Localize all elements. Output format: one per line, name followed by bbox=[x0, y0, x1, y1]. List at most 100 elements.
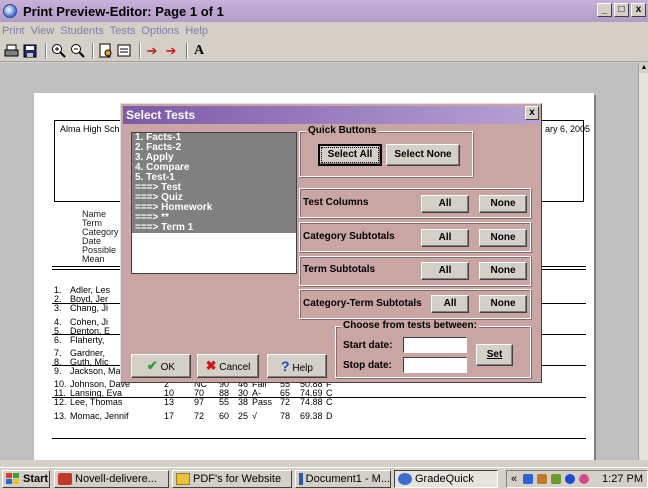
list-item[interactable]: ===> Term 1 bbox=[132, 223, 296, 233]
category-term-subtotals-none-button[interactable]: None bbox=[479, 295, 527, 313]
next-page-icon[interactable]: ➔ bbox=[163, 43, 179, 59]
student-name: Momac, Jennif bbox=[70, 411, 129, 421]
task-pdf-folder[interactable]: PDF's for Website bbox=[172, 470, 292, 488]
ok-button[interactable]: ✔ OK bbox=[131, 354, 191, 378]
menu-options[interactable]: Options bbox=[141, 25, 179, 37]
update-icon[interactable] bbox=[551, 474, 561, 484]
divider bbox=[52, 438, 586, 439]
folder-icon bbox=[176, 473, 190, 485]
school-name: Alma High Sch bbox=[60, 124, 120, 134]
window-title: Print Preview-Editor: Page 1 of 1 bbox=[23, 3, 224, 19]
student-name: Jackson, Mart bbox=[70, 366, 127, 376]
select-none-button[interactable]: Select None bbox=[386, 144, 460, 166]
menu-bar: Print View Students Tests Options Help bbox=[0, 22, 648, 40]
window-titlebar: Print Preview-Editor: Page 1 of 1 _ □ x bbox=[0, 0, 648, 22]
stop-date-input[interactable] bbox=[403, 357, 467, 373]
menu-view[interactable]: View bbox=[31, 25, 55, 37]
novell-icon bbox=[58, 473, 72, 485]
start-date-input[interactable] bbox=[403, 337, 467, 353]
help-label: Help bbox=[292, 363, 313, 374]
minimize-button[interactable]: _ bbox=[597, 3, 612, 17]
antivirus-icon[interactable] bbox=[537, 474, 547, 484]
category-term-subtotals-all-button[interactable]: All bbox=[431, 295, 469, 313]
score-cell: 60 bbox=[219, 411, 230, 421]
zoom-in-icon[interactable] bbox=[50, 43, 66, 59]
student-number: 12. bbox=[54, 397, 67, 407]
dialog-close-button[interactable]: x bbox=[525, 106, 539, 120]
close-window-button[interactable]: x bbox=[631, 3, 646, 17]
term-subtotals-label: Term Subtotals bbox=[303, 264, 376, 275]
column-labels: Name Term Category Date Possible Mean bbox=[82, 210, 119, 264]
gradequick-icon bbox=[398, 473, 412, 485]
start-button[interactable]: Start bbox=[2, 470, 50, 488]
dialog-title: Select Tests bbox=[123, 106, 539, 124]
score-cell: 69.38 bbox=[300, 411, 323, 421]
previous-page-icon[interactable]: ➔ bbox=[144, 43, 160, 59]
student-name: Chang, Ji bbox=[70, 303, 109, 313]
vertical-scrollbar[interactable]: ▲ bbox=[638, 63, 648, 460]
clock: 1:27 PM bbox=[602, 473, 643, 485]
task-document1[interactable]: Document1 - M... bbox=[295, 470, 391, 488]
test-columns-all-button[interactable]: All bbox=[421, 195, 469, 213]
cancel-button[interactable]: ✖ Cancel bbox=[197, 354, 259, 378]
score-cell: 25 bbox=[238, 411, 249, 421]
test-columns-label: Test Columns bbox=[303, 197, 369, 208]
score-cell: 17 bbox=[164, 411, 175, 421]
system-tray: « 1:27 PM bbox=[506, 470, 648, 488]
score-cell: 38 bbox=[238, 397, 249, 407]
score-cell: 97 bbox=[194, 397, 205, 407]
task-label: PDF's for Website bbox=[193, 473, 282, 485]
test-listbox[interactable]: 1. Facts-1 2. Facts-2 3. Apply 4. Compar… bbox=[131, 132, 297, 274]
menu-tests[interactable]: Tests bbox=[110, 25, 136, 37]
toolbar-separator bbox=[139, 42, 140, 59]
category-term-subtotals-label: Category-Term Subtotals bbox=[303, 298, 422, 309]
font-icon[interactable]: A bbox=[191, 43, 207, 59]
menu-help[interactable]: Help bbox=[185, 25, 208, 37]
help-button[interactable]: ? Help bbox=[267, 354, 327, 378]
task-label: GradeQuick bbox=[415, 473, 474, 485]
category-subtotals-all-button[interactable]: All bbox=[421, 229, 469, 247]
taskbar: Start Novell-delivere... PDF's for Websi… bbox=[0, 467, 648, 489]
menu-students[interactable]: Students bbox=[60, 25, 103, 37]
category-subtotals-none-button[interactable]: None bbox=[479, 229, 527, 247]
test-columns-none-button[interactable]: None bbox=[479, 195, 527, 213]
save-icon[interactable] bbox=[22, 43, 38, 59]
volume-icon[interactable] bbox=[579, 474, 589, 484]
menu-print[interactable]: Print bbox=[2, 25, 25, 37]
select-all-button[interactable]: Select All bbox=[318, 144, 382, 166]
category-subtotals-label: Category Subtotals bbox=[303, 231, 395, 242]
student-name: Flaherty, bbox=[70, 335, 105, 345]
term-subtotals-none-button[interactable]: None bbox=[479, 262, 527, 280]
score-cell: 74.88 bbox=[300, 397, 323, 407]
task-label: Novell-delivere... bbox=[75, 473, 157, 485]
tray-expand-icon[interactable]: « bbox=[511, 471, 517, 487]
page-setup-icon[interactable] bbox=[97, 43, 113, 59]
select-tests-dialog: Select Tests x 1. Facts-1 2. Facts-2 3. … bbox=[120, 103, 542, 383]
term-subtotals-all-button[interactable]: All bbox=[421, 262, 469, 280]
score-cell: Pass bbox=[252, 397, 273, 407]
score-cell: 72 bbox=[194, 411, 205, 421]
start-label: Start bbox=[23, 473, 49, 485]
stop-date-label: Stop date: bbox=[343, 360, 392, 371]
report-date: ary 6, 2005 bbox=[545, 124, 591, 134]
restore-button[interactable]: □ bbox=[614, 3, 629, 17]
score-cell: √ bbox=[252, 411, 257, 421]
messenger-icon[interactable] bbox=[565, 474, 575, 484]
window-controls: _ □ x bbox=[597, 3, 646, 17]
scroll-up-icon[interactable]: ▲ bbox=[639, 63, 648, 73]
task-novell[interactable]: Novell-delivere... bbox=[54, 470, 169, 488]
student-number: 6. bbox=[54, 335, 62, 345]
toolbar-separator bbox=[186, 42, 187, 59]
print-icon[interactable] bbox=[3, 43, 19, 59]
ok-label: OK bbox=[160, 362, 176, 373]
set-button[interactable]: Set bbox=[476, 344, 513, 366]
toolbar: ➔ ➔ A bbox=[0, 40, 648, 62]
network-icon[interactable] bbox=[523, 474, 533, 484]
cancel-label: Cancel bbox=[219, 362, 251, 373]
word-icon bbox=[299, 473, 303, 485]
toolbar-separator bbox=[92, 42, 93, 59]
export-icon[interactable] bbox=[116, 43, 132, 59]
task-gradequick[interactable]: GradeQuick bbox=[394, 470, 498, 488]
zoom-out-icon[interactable] bbox=[69, 43, 85, 59]
x-icon: ✖ bbox=[205, 358, 217, 373]
